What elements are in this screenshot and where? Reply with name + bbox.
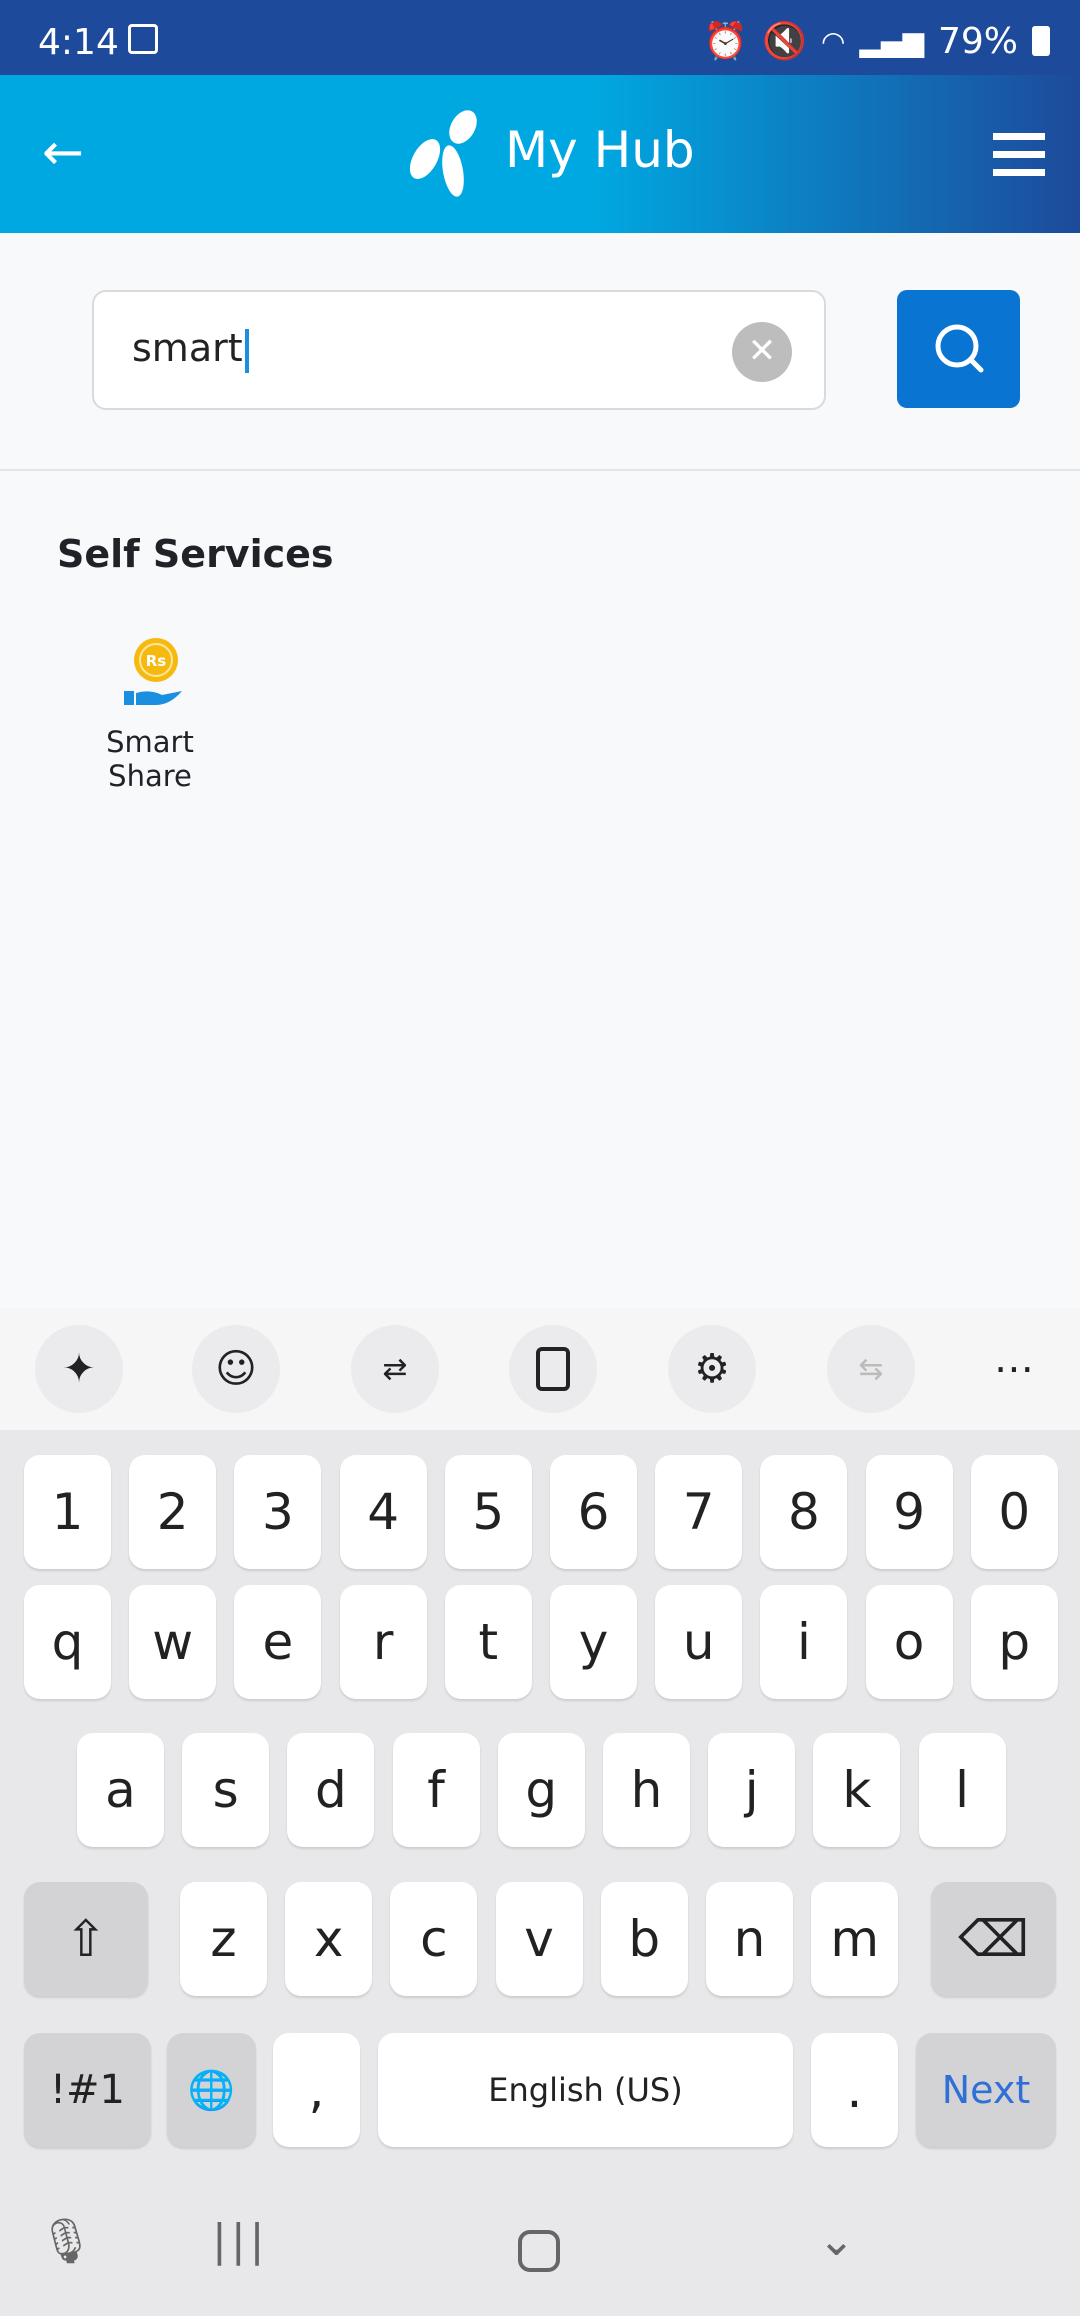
back-arrow-icon[interactable]: ← (42, 123, 84, 181)
clock: 4:14 (38, 22, 119, 63)
sparkle-icon[interactable]: ✦ (35, 1325, 123, 1413)
key-k[interactable]: k (813, 1733, 901, 1847)
clear-search-button[interactable]: ✕ (732, 322, 792, 382)
key-z[interactable]: z (180, 1882, 267, 1996)
battery-icon (1032, 26, 1050, 56)
key-h[interactable]: h (603, 1733, 690, 1847)
key-7[interactable]: 7 (655, 1455, 743, 1569)
alarm-icon: ⏰ (703, 21, 749, 62)
wifi-icon: ◠ (820, 24, 846, 58)
key-r[interactable]: r (339, 1585, 427, 1699)
key-w[interactable]: w (129, 1585, 217, 1699)
key-8[interactable]: 8 (760, 1455, 848, 1569)
signal-icon: ▂▄▆ (859, 24, 924, 58)
search-input[interactable]: smart (92, 290, 826, 410)
key-v[interactable]: v (495, 1882, 583, 1996)
key-a[interactable]: a (77, 1733, 164, 1847)
section-title: Self Services (57, 532, 334, 576)
key-i[interactable]: i (760, 1585, 848, 1699)
key-b[interactable]: b (600, 1882, 688, 1996)
next-key[interactable]: Next (916, 2033, 1056, 2147)
emoji-icon[interactable]: ☺ (192, 1325, 280, 1413)
key-9[interactable]: 9 (865, 1455, 953, 1569)
key-2[interactable]: 2 (129, 1455, 217, 1569)
mic-icon[interactable]: 🎙 (38, 2215, 94, 2267)
key-q[interactable]: q (24, 1585, 111, 1699)
settings-icon[interactable]: ⚙ (668, 1325, 756, 1413)
language-globe-key[interactable]: 🌐 (167, 2033, 256, 2147)
search-value: smart (132, 326, 243, 370)
hide-keyboard-icon[interactable]: ⌄ (818, 2215, 855, 2266)
key-4[interactable]: 4 (339, 1455, 427, 1569)
period-key[interactable]: . (811, 2033, 898, 2147)
key-g[interactable]: g (497, 1733, 585, 1847)
search-icon (935, 324, 984, 373)
app-title: My Hub (505, 121, 695, 179)
shift-key[interactable]: ⇧ (24, 1882, 148, 1996)
coin-hand-icon: Rs (124, 638, 182, 705)
symbols-key[interactable]: !#1 (24, 2033, 151, 2147)
text-caret (244, 328, 249, 373)
text-convert-icon[interactable]: ⇆ (827, 1325, 915, 1413)
key-p[interactable]: p (970, 1585, 1058, 1699)
clipboard-icon[interactable] (509, 1325, 597, 1413)
key-y[interactable]: y (550, 1585, 637, 1699)
key-c[interactable]: c (390, 1882, 478, 1996)
key-f[interactable]: f (392, 1733, 480, 1847)
key-n[interactable]: n (706, 1882, 793, 1996)
key-e[interactable]: e (234, 1585, 322, 1699)
battery-percent: 79% (937, 20, 1018, 62)
home-icon[interactable] (518, 2230, 560, 2272)
service-tile-smart-share[interactable]: Rs Smart Share (60, 635, 240, 793)
comma-key[interactable]: , (273, 2033, 360, 2147)
key-3[interactable]: 3 (234, 1455, 322, 1569)
status-bar: 4:14 ⏰ 🔇 ◠ ▂▄▆ 79% (0, 0, 1080, 75)
mute-icon: 🔇 (762, 21, 807, 62)
key-6[interactable]: 6 (550, 1455, 637, 1569)
more-icon[interactable]: ⋯ (970, 1325, 1058, 1413)
recents-icon[interactable]: ||| (212, 2215, 268, 2266)
search-button[interactable] (897, 290, 1020, 408)
key-u[interactable]: u (655, 1585, 743, 1699)
key-0[interactable]: 0 (970, 1455, 1058, 1569)
keyboard-toolbar: ✦ ☺ ⇄ ⚙ ⇆ ⋯ (0, 1308, 1080, 1430)
key-s[interactable]: s (182, 1733, 270, 1847)
translate-icon[interactable]: ⇄ (351, 1325, 439, 1413)
key-m[interactable]: m (811, 1882, 899, 1996)
key-j[interactable]: j (708, 1733, 796, 1847)
hamburger-menu-icon[interactable] (993, 133, 1045, 187)
telenor-logo-icon (409, 110, 477, 197)
key-5[interactable]: 5 (444, 1455, 532, 1569)
divider (0, 469, 1080, 471)
app-header: ← My Hub (0, 75, 1080, 233)
service-label: Smart Share (106, 725, 194, 793)
key-o[interactable]: o (865, 1585, 953, 1699)
space-key[interactable]: English (US) (378, 2033, 793, 2147)
key-t[interactable]: t (444, 1585, 532, 1699)
gallery-icon (128, 24, 158, 54)
key-x[interactable]: x (285, 1882, 373, 1996)
key-d[interactable]: d (287, 1733, 375, 1847)
key-1[interactable]: 1 (24, 1455, 111, 1569)
coin-label: Rs (146, 652, 167, 670)
key-l[interactable]: l (918, 1733, 1006, 1847)
backspace-key[interactable]: ⌫ (931, 1882, 1056, 1996)
